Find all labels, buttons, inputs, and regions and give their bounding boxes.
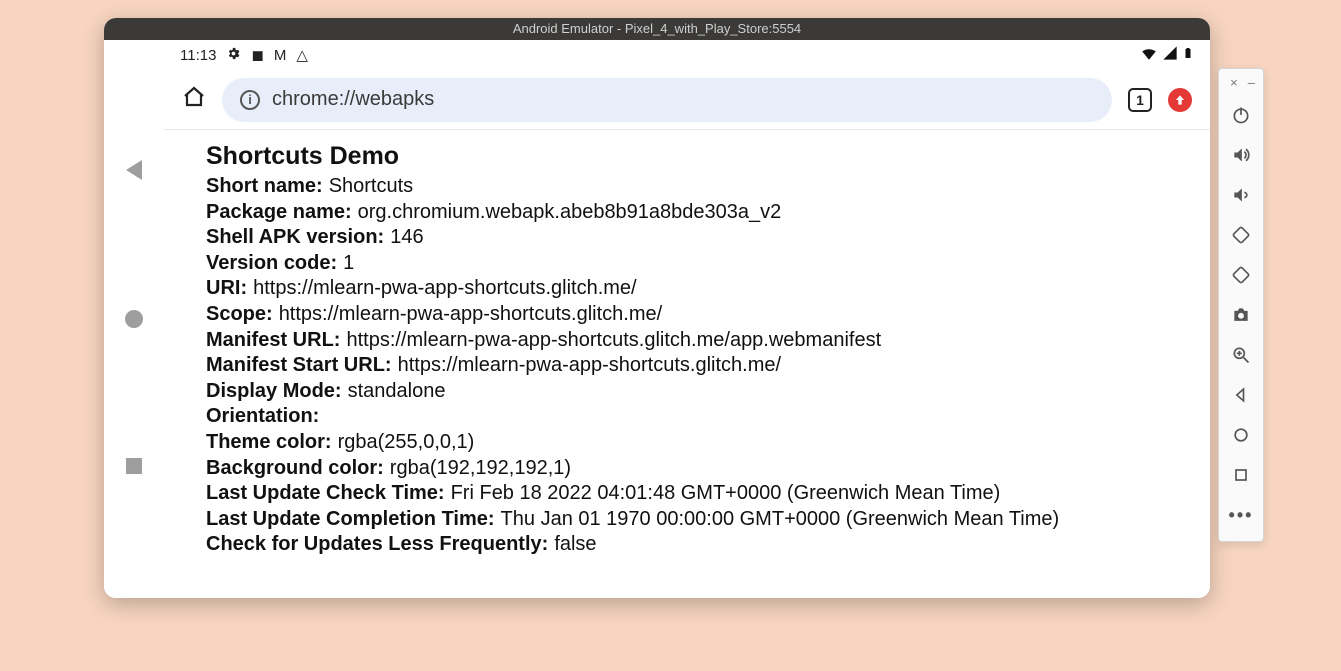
rotate-left-icon[interactable] <box>1218 215 1264 255</box>
tab-switcher-button[interactable]: 1 <box>1128 88 1152 112</box>
field-value: https://mlearn-pwa-app-shortcuts.glitch.… <box>253 276 637 302</box>
field-label: Orientation: <box>206 404 319 430</box>
window-controls: × – <box>1219 75 1263 95</box>
field-label: Package name: <box>206 200 352 226</box>
camera-icon[interactable] <box>1218 295 1264 335</box>
site-info-icon[interactable]: i <box>240 90 260 110</box>
field-value: Thu Jan 01 1970 00:00:00 GMT+0000 (Green… <box>501 507 1060 533</box>
field-row: Manifest URL:https://mlearn-pwa-app-shor… <box>206 328 1180 354</box>
field-row: Orientation: <box>206 404 1180 430</box>
emulator-body: 11:13 ◼ M △ <box>104 40 1210 598</box>
back-button[interactable] <box>126 160 142 180</box>
field-row: Last Update Check Time:Fri Feb 18 2022 0… <box>206 481 1180 507</box>
field-value: https://mlearn-pwa-app-shortcuts.glitch.… <box>279 302 663 328</box>
field-label: URI: <box>206 276 247 302</box>
field-value: 146 <box>390 225 423 251</box>
emulator-window: Android Emulator - Pixel_4_with_Play_Sto… <box>104 18 1210 598</box>
field-value: org.chromium.webapk.abeb8b91a8bde303a_v2 <box>358 200 782 226</box>
window-title: Android Emulator - Pixel_4_with_Play_Sto… <box>513 21 801 36</box>
more-icon[interactable]: ••• <box>1218 495 1264 535</box>
gmail-icon: M <box>274 47 287 64</box>
field-value: Shortcuts <box>329 174 413 200</box>
field-row: Theme color:rgba(255,0,0,1) <box>206 430 1180 456</box>
field-value: 1 <box>343 251 354 277</box>
volume-up-icon[interactable] <box>1218 135 1264 175</box>
field-row: Background color:rgba(192,192,192,1) <box>206 456 1180 482</box>
field-row: Shell APK version:146 <box>206 225 1180 251</box>
window-titlebar[interactable]: Android Emulator - Pixel_4_with_Play_Sto… <box>104 18 1210 40</box>
field-label: Theme color: <box>206 430 332 456</box>
field-value: https://mlearn-pwa-app-shortcuts.glitch.… <box>346 328 881 354</box>
emulator-side-toolbar: × – ••• <box>1218 68 1264 542</box>
wifi-icon <box>1140 44 1158 66</box>
app-icon: ◼ <box>251 46 263 64</box>
field-label: Scope: <box>206 302 273 328</box>
field-row: Last Update Completion Time:Thu Jan 01 1… <box>206 507 1180 533</box>
volume-down-icon[interactable] <box>1218 175 1264 215</box>
field-label: Short name: <box>206 174 323 200</box>
battery-icon <box>1182 44 1194 66</box>
field-label: Version code: <box>206 251 337 277</box>
field-row: URI:https://mlearn-pwa-app-shortcuts.gli… <box>206 276 1180 302</box>
android-statusbar: 11:13 ◼ M △ <box>164 40 1210 70</box>
field-row: Display Mode:standalone <box>206 379 1180 405</box>
device-screen: 11:13 ◼ M △ <box>164 40 1210 598</box>
power-icon[interactable] <box>1218 95 1264 135</box>
field-value: false <box>554 532 596 558</box>
field-label: Manifest URL: <box>206 328 340 354</box>
field-label: Background color: <box>206 456 384 482</box>
extension-update-icon[interactable] <box>1168 88 1192 112</box>
webapks-content: Shortcuts Demo Short name:ShortcutsPacka… <box>164 130 1210 598</box>
field-label: Manifest Start URL: <box>206 353 392 379</box>
nav-back-icon[interactable] <box>1218 375 1264 415</box>
nav-home-icon[interactable] <box>1218 415 1264 455</box>
field-value: Fri Feb 18 2022 04:01:48 GMT+0000 (Green… <box>451 481 1001 507</box>
field-value: standalone <box>348 379 446 405</box>
tab-count: 1 <box>1136 92 1144 108</box>
gear-icon <box>226 46 241 65</box>
chrome-home-icon[interactable] <box>182 85 206 114</box>
field-label: Shell APK version: <box>206 225 384 251</box>
drive-icon: △ <box>296 46 308 64</box>
field-label: Check for Updates Less Frequently: <box>206 532 548 558</box>
chrome-toolbar: i chrome://webapks 1 <box>164 70 1210 130</box>
field-label: Display Mode: <box>206 379 342 405</box>
nav-overview-icon[interactable] <box>1218 455 1264 495</box>
field-label: Last Update Completion Time: <box>206 507 495 533</box>
field-value: https://mlearn-pwa-app-shortcuts.glitch.… <box>398 353 782 379</box>
page-title: Shortcuts Demo <box>206 140 1180 172</box>
field-row: Short name:Shortcuts <box>206 174 1180 200</box>
omnibox[interactable]: i chrome://webapks <box>222 78 1112 122</box>
home-button[interactable] <box>125 310 143 328</box>
minimize-icon[interactable]: – <box>1248 75 1255 95</box>
field-row: Version code:1 <box>206 251 1180 277</box>
field-label: Last Update Check Time: <box>206 481 445 507</box>
field-value: rgba(192,192,192,1) <box>390 456 571 482</box>
overview-button[interactable] <box>126 458 142 474</box>
statusbar-clock: 11:13 <box>180 47 216 64</box>
android-nav-rail <box>104 40 164 598</box>
field-row: Package name:org.chromium.webapk.abeb8b9… <box>206 200 1180 226</box>
field-row: Check for Updates Less Frequently:false <box>206 532 1180 558</box>
field-row: Manifest Start URL:https://mlearn-pwa-ap… <box>206 353 1180 379</box>
url-text: chrome://webapks <box>272 88 434 111</box>
close-icon[interactable]: × <box>1230 75 1238 95</box>
zoom-icon[interactable] <box>1218 335 1264 375</box>
field-row: Scope:https://mlearn-pwa-app-shortcuts.g… <box>206 302 1180 328</box>
field-value: rgba(255,0,0,1) <box>338 430 475 456</box>
rotate-right-icon[interactable] <box>1218 255 1264 295</box>
signal-icon <box>1162 45 1178 65</box>
